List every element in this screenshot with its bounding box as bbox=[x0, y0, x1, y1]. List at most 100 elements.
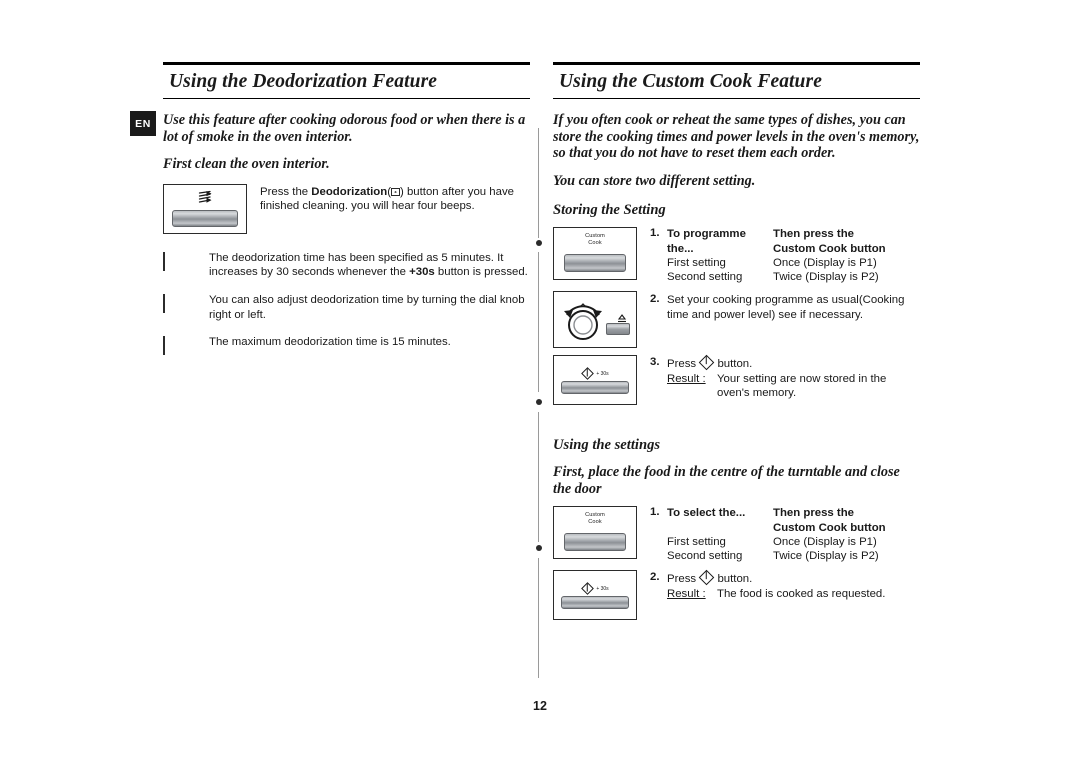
control-button-graphic bbox=[172, 209, 238, 227]
result-label: Result : bbox=[667, 372, 706, 385]
start-diamond-icon bbox=[699, 354, 715, 371]
press-deodorization-instruction: Press the Deodorization() button after y… bbox=[260, 185, 514, 213]
table-row: Second setting Twice (Display is P2) bbox=[667, 270, 920, 284]
manual-page: EN Using the Deodorization Feature Use t… bbox=[0, 0, 1080, 763]
press-text-post: button. bbox=[714, 358, 753, 371]
column-divider-dot bbox=[535, 545, 542, 551]
column-divider-segment bbox=[538, 558, 539, 678]
start-plus-30s-button-icon: + 30s bbox=[554, 367, 636, 381]
step-number: 1. bbox=[650, 506, 660, 519]
left-intro-secondary: First clean the oven interior. bbox=[163, 156, 330, 173]
using-setting-table: To select the... Then press the Custom C… bbox=[667, 506, 920, 563]
note-text: You can also adjust deodorization time b… bbox=[209, 293, 525, 321]
table-cell-action: Once (Display is P1) bbox=[773, 256, 877, 269]
using-sub-heading: Using the settings bbox=[553, 437, 661, 454]
press-instruction-bold: Deodorization bbox=[311, 185, 388, 198]
result-label: Result : bbox=[667, 587, 706, 600]
note-text: The deodorization time has been specifie… bbox=[209, 251, 530, 280]
start-button-graphic bbox=[561, 381, 629, 395]
dial-knob-illustration bbox=[553, 291, 637, 349]
step-press-line: Press button. bbox=[667, 354, 920, 372]
note-text-part-b: button is pressed. bbox=[434, 266, 528, 279]
deodorization-illustration bbox=[163, 183, 247, 234]
column-divider-segment bbox=[538, 128, 539, 238]
table-cell-action: Twice (Display is P2) bbox=[773, 549, 879, 562]
note-bullet-icon bbox=[163, 251, 165, 271]
right-column: Using the Custom Cook Feature If you oft… bbox=[553, 62, 920, 621]
note-item: The maximum deodorization time is 15 min… bbox=[163, 335, 530, 356]
language-badge: EN bbox=[130, 111, 156, 136]
table-header-row: To programme the... Then press the Custo… bbox=[667, 227, 920, 255]
custom-cook-illustration: Custom Cook bbox=[553, 506, 637, 560]
storing-step-1: 1. To programme the... Then press the Cu… bbox=[650, 227, 920, 284]
table-header-left: To select the... bbox=[667, 507, 746, 520]
left-column: Using the Deodorization Feature Use this… bbox=[163, 62, 530, 356]
table-header-right: Then press the Custom Cook button bbox=[773, 506, 920, 534]
note-text-bold: +30s bbox=[409, 266, 435, 279]
start-button-graphic bbox=[561, 596, 629, 610]
step-number: 2. bbox=[650, 571, 660, 584]
column-divider-dot bbox=[535, 399, 542, 405]
custom-cook-button-icon bbox=[564, 533, 626, 552]
press-text-pre: Press bbox=[667, 573, 700, 586]
step-press-line: Press button. bbox=[667, 569, 920, 587]
knob-button-graphic bbox=[606, 323, 630, 336]
table-header-right-line2: Custom Cook button bbox=[773, 521, 886, 534]
note-bullet-icon bbox=[163, 336, 165, 356]
right-intro-secondary: You can store two different setting. bbox=[553, 172, 756, 189]
result-text: The food is cooked as requested. bbox=[717, 587, 886, 600]
press-text-post: button. bbox=[714, 573, 753, 586]
result-text: Your setting are now stored in the oven'… bbox=[717, 372, 887, 400]
custom-cook-button-icon bbox=[564, 254, 626, 273]
table-header-left: To programme the... bbox=[667, 228, 746, 255]
start-diamond-icon bbox=[581, 367, 595, 381]
step-number: 1. bbox=[650, 227, 660, 240]
note-text: The maximum deodorization time is 15 min… bbox=[209, 336, 451, 349]
start-button-illustration: + 30s bbox=[553, 355, 637, 406]
deodorization-waves-icon bbox=[197, 190, 213, 210]
result-line: Result : Your setting are now stored in … bbox=[667, 372, 920, 401]
deodorization-inline-icon bbox=[391, 187, 401, 196]
step-number: 2. bbox=[650, 293, 660, 306]
table-header-right-line1: Then press the bbox=[773, 228, 855, 241]
page-number: 12 bbox=[533, 699, 547, 713]
using-step-2: 2. Press button. Result : The food is co… bbox=[650, 569, 920, 602]
right-heading-text: Using the Custom Cook Feature bbox=[559, 71, 822, 92]
storing-sub-heading: Storing the Setting bbox=[553, 202, 666, 219]
dial-knob-icon bbox=[560, 298, 612, 347]
start-diamond-icon bbox=[699, 569, 715, 586]
storing-setting-table: To programme the... Then press the Custo… bbox=[667, 227, 920, 284]
start-plus-30s-button-icon: + 30s bbox=[554, 582, 636, 596]
table-cell-setting: First setting bbox=[667, 535, 726, 548]
left-heading-text: Using the Deodorization Feature bbox=[169, 71, 438, 92]
table-row: Second setting Twice (Display is P2) bbox=[667, 549, 920, 563]
start-button-caption: + 30s bbox=[596, 585, 609, 592]
left-section-heading: Using the Deodorization Feature bbox=[163, 62, 530, 99]
right-section-heading: Using the Custom Cook Feature bbox=[553, 62, 920, 99]
table-header-right-line2: Custom Cook button bbox=[773, 242, 886, 255]
result-line: Result : The food is cooked as requested… bbox=[667, 587, 920, 602]
table-header-right: Then press the Custom Cook button bbox=[773, 227, 920, 255]
table-header-right-line1: Then press the bbox=[773, 507, 855, 520]
table-cell-action: Twice (Display is P2) bbox=[773, 270, 879, 283]
using-step-1: 1. To select the... Then press the Custo… bbox=[650, 506, 920, 563]
step-number: 3. bbox=[650, 356, 660, 369]
start-button-illustration: + 30s bbox=[553, 570, 637, 621]
table-cell-setting: First setting bbox=[667, 256, 726, 269]
table-row: First setting Once (Display is P1) bbox=[667, 535, 920, 549]
step-text: Set your cooking programme as usual(Cook… bbox=[667, 294, 905, 321]
table-header-row: To select the... Then press the Custom C… bbox=[667, 506, 920, 534]
left-intro-paragraph: Use this feature after cooking odorous f… bbox=[163, 112, 526, 145]
start-button-caption: + 30s bbox=[596, 370, 609, 377]
table-cell-setting: Second setting bbox=[667, 270, 743, 283]
custom-cook-caption-line2: Cook bbox=[588, 239, 602, 246]
start-diamond-icon bbox=[581, 582, 595, 596]
custom-cook-caption-line2: Cook bbox=[588, 518, 602, 525]
note-item: The deodorization time has been specifie… bbox=[163, 251, 530, 280]
column-divider-segment bbox=[538, 252, 539, 392]
table-cell-setting: Second setting bbox=[667, 549, 743, 562]
table-row: First setting Once (Display is P1) bbox=[667, 256, 920, 270]
note-item: You can also adjust deodorization time b… bbox=[163, 293, 530, 322]
right-intro-paragraph: If you often cook or reheat the same typ… bbox=[553, 112, 920, 162]
custom-cook-illustration: Custom Cook bbox=[553, 227, 637, 281]
